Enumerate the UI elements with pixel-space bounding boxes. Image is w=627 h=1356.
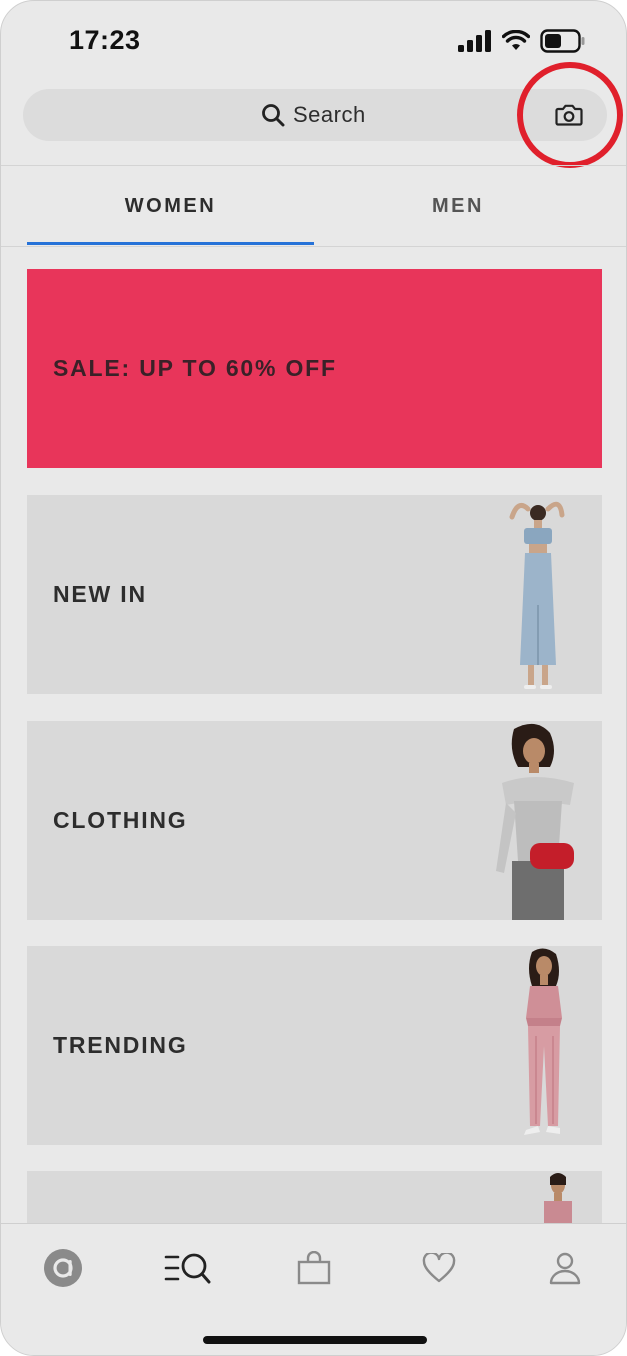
status-bar: 17:23 [1, 1, 626, 81]
nav-search-categories[interactable] [158, 1244, 218, 1292]
search-icon [262, 104, 285, 127]
nav-bag[interactable] [284, 1244, 344, 1292]
nav-account[interactable] [535, 1244, 595, 1292]
heart-icon [422, 1253, 456, 1283]
category-label: SALE: UP TO 60% OFF [53, 355, 337, 381]
gender-tabs: WOMEN MEN [27, 166, 602, 246]
search-placeholder: Search [293, 102, 366, 127]
category-label: CLOTHING [53, 807, 188, 833]
status-icons [458, 29, 586, 53]
active-tab-indicator [27, 242, 314, 245]
home-indicator [203, 1336, 427, 1344]
battery-icon [540, 29, 585, 53]
model-photo [524, 948, 562, 1135]
nav-saved[interactable] [409, 1244, 469, 1292]
search-field[interactable]: Search [261, 89, 366, 141]
model-photo [496, 723, 574, 920]
search-categories-icon [164, 1253, 211, 1284]
model-photo [544, 1173, 572, 1231]
tab-women[interactable]: WOMEN [27, 166, 314, 246]
category-card-sale[interactable]: SALE: UP TO 60% OFF [27, 269, 602, 468]
category-label: TRENDING [53, 1032, 188, 1058]
wifi-icon [502, 30, 530, 50]
category-card-new-in[interactable]: NEW IN [27, 495, 602, 694]
status-time: 17:23 [69, 25, 141, 55]
cellular-signal-icon [458, 30, 491, 52]
bag-icon [297, 1251, 331, 1285]
highlight-annotation-circle [517, 62, 623, 168]
home-logo-icon [44, 1249, 82, 1287]
tab-men[interactable]: MEN [314, 166, 602, 246]
category-card-trending[interactable]: TRENDING [27, 946, 602, 1145]
model-photo [509, 501, 565, 689]
category-label: NEW IN [53, 581, 147, 607]
nav-home[interactable] [33, 1244, 93, 1292]
category-card-clothing[interactable]: CLOTHING [27, 721, 602, 920]
divider [1, 246, 626, 247]
phone-screen: 17:23 Search WOMEN MEN SALE: UP TO 60% O… [0, 0, 627, 1356]
account-icon [549, 1252, 581, 1285]
